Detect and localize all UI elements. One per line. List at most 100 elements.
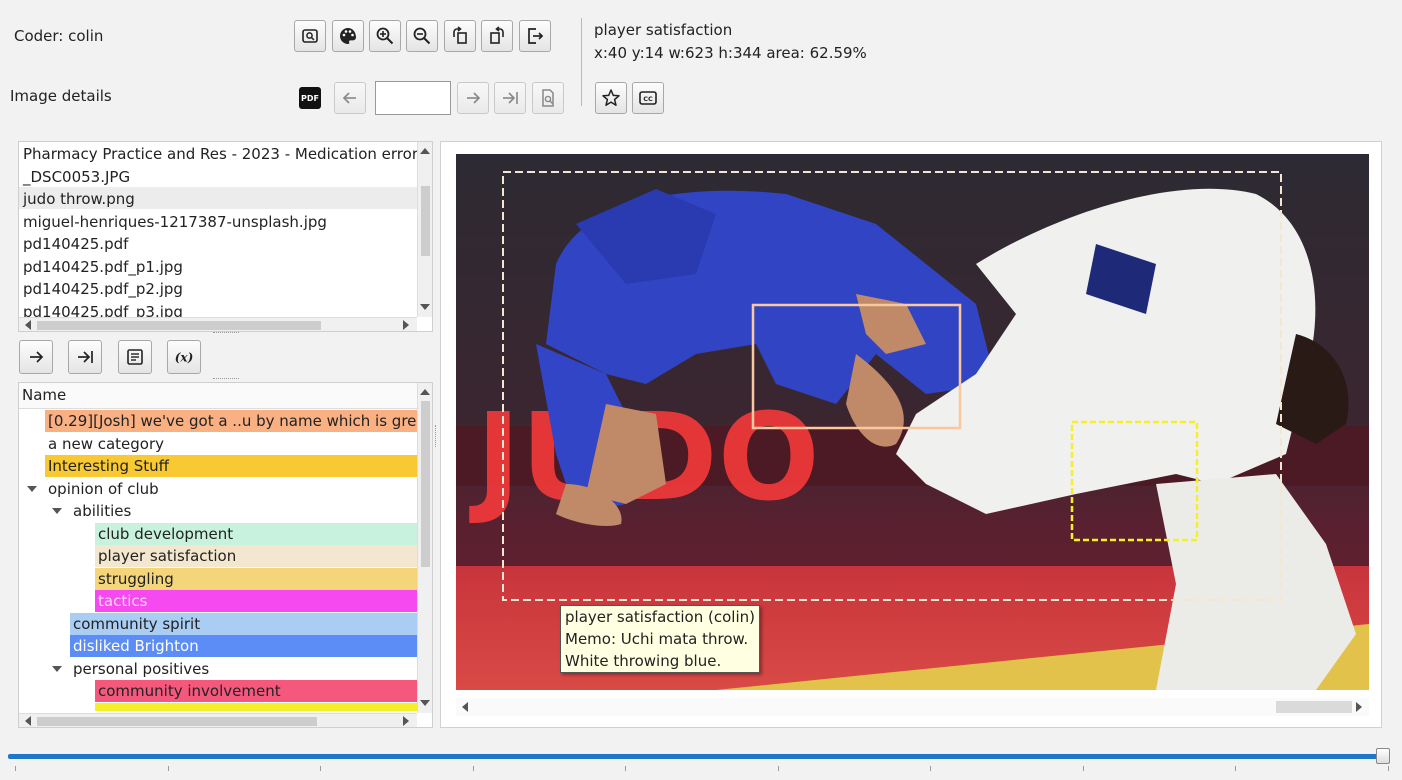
star-icon — [602, 89, 620, 106]
memo-icon — [127, 349, 143, 365]
file-list-hscroll-thumb[interactable] — [37, 321, 321, 330]
tree-item-partial — [95, 703, 417, 711]
tree-vscroll-thumb[interactable] — [421, 401, 430, 567]
image-hscroll[interactable] — [456, 698, 1369, 716]
slider-tick — [167, 766, 169, 771]
next-page-button[interactable] — [457, 82, 489, 114]
scroll-right-icon[interactable] — [1352, 700, 1366, 714]
last-code-button[interactable] — [68, 340, 102, 374]
tree-item[interactable]: tactics — [95, 590, 417, 612]
tooltip-line-1: player satisfaction (colin) — [565, 608, 755, 626]
file-list-item[interactable]: judo throw.png — [23, 188, 135, 210]
scroll-right-icon[interactable] — [399, 318, 413, 331]
zoom-out-button[interactable] — [406, 20, 438, 52]
tree-item[interactable]: Interesting Stuff — [45, 455, 417, 477]
file-list-item[interactable]: pd140425.pdf_p2.jpg — [23, 278, 183, 300]
coder-label: Coder: colin — [14, 27, 104, 45]
scroll-left-icon[interactable] — [458, 700, 472, 714]
zoom-fit-button[interactable] — [294, 20, 326, 52]
tree-item[interactable]: player satisfaction — [95, 545, 417, 567]
scroll-left-icon[interactable] — [21, 318, 35, 331]
file-list-vscroll[interactable] — [417, 142, 432, 317]
scroll-left-icon[interactable] — [21, 714, 35, 727]
file-list-vscroll-thumb[interactable] — [421, 186, 430, 256]
scroll-down-icon[interactable] — [418, 300, 432, 314]
vertical-splitter[interactable] — [435, 425, 439, 447]
rotate-left-icon — [453, 26, 467, 44]
previous-page-button[interactable] — [334, 82, 366, 114]
export-button[interactable] — [519, 20, 551, 52]
slider-tick — [15, 766, 16, 771]
selection-info: x:40 y:14 w:623 h:344 area: 62.59% — [594, 44, 867, 62]
svg-text:CC: CC — [643, 95, 653, 103]
slider-tick — [625, 766, 626, 771]
variables-button[interactable]: (x) — [167, 340, 201, 374]
arrow-to-end-icon — [78, 351, 93, 363]
slider-track — [8, 754, 1386, 759]
tree-item[interactable]: struggling — [95, 567, 417, 590]
last-page-button[interactable] — [494, 82, 526, 114]
scroll-right-icon[interactable] — [399, 714, 413, 727]
memo-button[interactable] — [118, 340, 152, 374]
arrow-right-icon — [30, 351, 44, 363]
tree-item[interactable]: abilities — [70, 500, 417, 522]
tree-item[interactable]: [0.29][Josh] we've got a ..u by name whi… — [45, 410, 417, 432]
slider-tick — [472, 766, 474, 771]
scroll-up-icon[interactable] — [418, 385, 432, 399]
scroll-down-icon[interactable] — [418, 696, 432, 710]
export-icon — [528, 28, 544, 44]
palette-button[interactable] — [332, 20, 364, 52]
image-viewer[interactable]: JUDO player satisfaction (colin) — [440, 141, 1382, 728]
tree-hscroll-thumb[interactable] — [37, 717, 317, 726]
favourite-button[interactable] — [595, 82, 627, 114]
pdf-icon: PDF — [299, 87, 321, 109]
variable-icon: (x) — [175, 351, 194, 365]
tree-item[interactable]: personal positives — [70, 658, 417, 680]
arrow-right-icon — [467, 92, 481, 104]
file-list-item[interactable]: pd140425.pdf — [23, 233, 128, 255]
code-tree[interactable]: Name [0.29][Josh] we've got a ..u by nam… — [18, 382, 433, 728]
slider-tick — [1082, 766, 1084, 771]
zoom-fit-icon — [302, 29, 318, 43]
bottom-slider[interactable] — [8, 748, 1394, 778]
page-number-input[interactable] — [375, 81, 451, 115]
tree-item[interactable]: opinion of club — [45, 478, 417, 500]
file-list-item[interactable]: Pharmacy Practice and Res - 2023 - Medic… — [23, 143, 418, 165]
slider-tick — [1235, 766, 1236, 771]
zoom-in-button[interactable] — [369, 20, 401, 52]
tooltip-line-2: Memo: Uchi mata throw. — [565, 630, 749, 648]
arrow-to-end-icon — [503, 92, 518, 104]
slider-handle[interactable] — [1376, 748, 1390, 764]
tree-item[interactable]: community spirit — [70, 612, 417, 635]
tree-item[interactable]: disliked Brighton — [70, 635, 417, 657]
rotate-right-button[interactable] — [481, 20, 513, 52]
file-list-item[interactable]: pd140425.pdf_p1.jpg — [23, 256, 183, 278]
header-divider — [581, 18, 582, 106]
splitter-handle[interactable] — [213, 332, 239, 337]
chevron-down-icon[interactable] — [52, 508, 62, 514]
tree-item[interactable]: a new category — [45, 433, 417, 455]
file-list-item[interactable]: miguel-henriques-1217387-unsplash.jpg — [23, 211, 327, 233]
tree-header[interactable]: Name — [19, 383, 417, 409]
chevron-down-icon[interactable] — [52, 665, 62, 672]
chevron-down-icon[interactable] — [27, 485, 37, 492]
rotate-right-icon — [490, 26, 504, 44]
tree-vscroll[interactable] — [417, 383, 432, 713]
file-list-hscroll[interactable] — [19, 317, 417, 331]
slider-tick — [320, 766, 321, 771]
region-tooltip: player satisfaction (colin) Memo: Uchi m… — [560, 605, 760, 673]
slider-tick — [1387, 766, 1389, 771]
slider-tick — [777, 766, 779, 771]
next-code-button[interactable] — [19, 340, 53, 374]
tooltip-line-3: White throwing blue. — [565, 652, 722, 670]
rotate-left-button[interactable] — [444, 20, 476, 52]
captions-button[interactable]: CC — [632, 82, 664, 114]
tree-item[interactable]: club development — [95, 522, 417, 545]
tree-item[interactable]: community involvement — [95, 680, 417, 702]
file-list[interactable]: Pharmacy Practice and Res - 2023 - Medic… — [18, 141, 433, 332]
scroll-up-icon[interactable] — [418, 144, 432, 158]
file-list-item[interactable]: _DSC0053.JPG — [23, 166, 130, 188]
image-hscroll-thumb[interactable] — [1276, 701, 1352, 713]
page-search-button[interactable] — [532, 82, 564, 114]
tree-hscroll[interactable] — [19, 713, 417, 727]
